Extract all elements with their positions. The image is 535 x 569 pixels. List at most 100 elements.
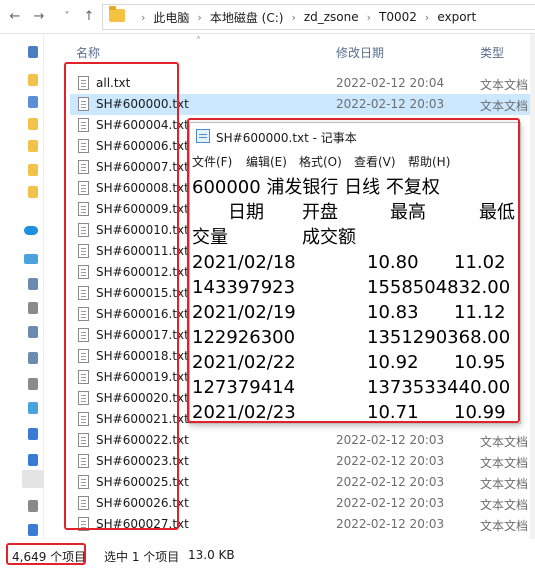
back-arrow-icon[interactable]: ← [6, 7, 24, 27]
breadcrumb-item[interactable]: 此电脑 [153, 9, 189, 26]
file-name: SH#600000.txt [96, 97, 189, 111]
file-row[interactable]: SH#600000.txt 2022-02-12 20:03 文本文档 [70, 94, 535, 115]
menu-edit[interactable]: 编辑(E) [246, 153, 287, 170]
file-name: SH#600021.txt [96, 412, 189, 426]
text-file-icon [78, 265, 89, 279]
file-name: SH#600009.txt [96, 202, 189, 216]
file-name: SH#600018.txt [96, 349, 189, 363]
drive-icon[interactable] [28, 326, 38, 338]
text-file-icon [78, 286, 89, 300]
text-line: 日期 开盘 最高 最低 [228, 202, 515, 223]
file-type: 文本文档 [480, 477, 529, 491]
text-file-icon [78, 118, 89, 132]
address-bar: ← → ˅ ↑ › 此电脑 › 本地磁盘 (C:) › zd_zsone › T… [0, 0, 535, 34]
notepad-titlebar[interactable]: SH#600000.txt - 记事本 [190, 123, 520, 149]
drive-icon[interactable] [28, 278, 38, 290]
breadcrumb-item[interactable]: export [437, 10, 476, 24]
row-volume: 122926300 [192, 327, 296, 348]
column-header-name[interactable]: 名称 [76, 44, 100, 62]
folder-icon[interactable] [28, 164, 38, 176]
network-icon[interactable] [28, 524, 38, 536]
menu-view[interactable]: 查看(V) [354, 153, 396, 170]
breadcrumb-sep: › [424, 10, 430, 24]
status-bar: 4,649 个项目 选中 1 个项目 13.0 KB [0, 539, 535, 569]
file-name: all.txt [96, 76, 131, 90]
drive-icon[interactable] [28, 302, 38, 314]
column-header-type[interactable]: 类型 [480, 44, 504, 62]
menu-format[interactable]: 格式(O) [299, 153, 342, 170]
file-date: 2022-02-12 20:03 [336, 517, 445, 531]
drive-icon[interactable] [28, 454, 38, 466]
breadcrumb-item[interactable]: 本地磁盘 (C:) [210, 9, 284, 26]
cloud-icon[interactable] [24, 226, 38, 235]
row-date: 2021/02/19 [192, 302, 296, 323]
file-name: SH#600020.txt [96, 391, 189, 405]
file-date: 2022-02-12 20:03 [336, 433, 445, 447]
up-arrow-icon[interactable]: ↑ [80, 7, 98, 27]
folder-icon[interactable] [28, 74, 38, 86]
drive-icon[interactable] [28, 378, 38, 390]
file-row[interactable]: SH#600022.txt 2022-02-12 20:03 文本文档 [70, 430, 535, 451]
text-file-icon [78, 97, 89, 111]
file-row[interactable]: SH#600027.txt 2022-02-12 20:03 文本文档 [70, 514, 535, 535]
file-date: 2022-02-12 20:03 [336, 496, 445, 510]
breadcrumb-sep: › [141, 10, 146, 24]
breadcrumb-item[interactable]: zd_zsone [304, 10, 359, 24]
breadcrumb[interactable]: › 此电脑 › 本地磁盘 (C:) › zd_zsone › T0002 › e… [102, 4, 535, 30]
forward-arrow-icon[interactable]: → [30, 7, 48, 27]
file-name: SH#600010.txt [96, 223, 189, 237]
file-name: SH#600027.txt [96, 517, 189, 531]
row-volume: 127379414 [192, 377, 296, 398]
file-row[interactable]: SH#600026.txt 2022-02-12 20:03 文本文档 [70, 493, 535, 514]
file-name: SH#600023.txt [96, 454, 189, 468]
text-file-icon [78, 76, 89, 90]
row-amount: 1558504832.00 [367, 277, 511, 298]
text-line: 600000 浦发银行 日线 不复权 [192, 177, 440, 198]
scrollbar[interactable] [530, 34, 535, 539]
drive-icon[interactable] [28, 402, 38, 414]
file-row[interactable]: all.txt 2022-02-12 20:04 文本文档 [70, 73, 535, 94]
file-name: SH#600017.txt [96, 328, 189, 342]
file-name: SH#600019.txt [96, 370, 189, 384]
text-file-icon [78, 433, 89, 447]
file-name: SH#600004.txt [96, 118, 189, 132]
file-type: 文本文档 [480, 78, 529, 92]
column-header-date[interactable]: 修改日期 [336, 44, 384, 62]
item-count: 4,649 个项目 [12, 550, 87, 564]
text-file-icon [78, 349, 89, 363]
drive-icon[interactable] [28, 500, 38, 512]
drive-icon[interactable] [28, 352, 38, 364]
folder-icon[interactable] [28, 186, 38, 198]
file-name: SH#600012.txt [96, 265, 189, 279]
file-name: SH#600016.txt [96, 307, 189, 321]
text-file-icon [78, 307, 89, 321]
menu-help[interactable]: 帮助(H) [408, 153, 450, 170]
folder-icon[interactable] [28, 140, 38, 152]
breadcrumb-item[interactable]: T0002 [379, 10, 417, 24]
row-amount: 1351290368.00 [367, 327, 511, 348]
notepad-menubar: 文件(F) 编辑(E) 格式(O) 查看(V) 帮助(H) [190, 151, 520, 171]
computer-icon[interactable] [24, 254, 38, 264]
row-open: 10.71 [367, 402, 419, 423]
text-line: 交量 成交额 [192, 227, 356, 248]
folder-icon [109, 6, 125, 22]
file-name: SH#600025.txt [96, 475, 189, 489]
menu-file[interactable]: 文件(F) [192, 153, 232, 170]
text-file-icon [78, 391, 89, 405]
file-name: SH#600011.txt [96, 244, 189, 258]
text-file-icon [78, 202, 89, 216]
chevron-down-icon[interactable]: ˅ [58, 7, 76, 27]
file-row[interactable]: SH#600023.txt 2022-02-12 20:03 文本文档 [70, 451, 535, 472]
notepad-window[interactable]: SH#600000.txt - 记事本 文件(F) 编辑(E) 格式(O) 查看… [189, 122, 521, 424]
navigation-pane[interactable] [0, 34, 44, 539]
file-row[interactable]: SH#600025.txt 2022-02-12 20:03 文本文档 [70, 472, 535, 493]
drive-icon[interactable] [28, 428, 38, 440]
file-name: SH#600006.txt [96, 139, 189, 153]
file-date: 2022-02-12 20:04 [336, 76, 445, 90]
folder-icon[interactable] [28, 118, 38, 130]
folder-icon[interactable] [28, 96, 38, 108]
text-file-icon [78, 517, 89, 531]
nav-item-highlight[interactable] [22, 470, 44, 488]
pin-icon[interactable] [28, 46, 38, 58]
row-open: 10.83 [367, 302, 419, 323]
